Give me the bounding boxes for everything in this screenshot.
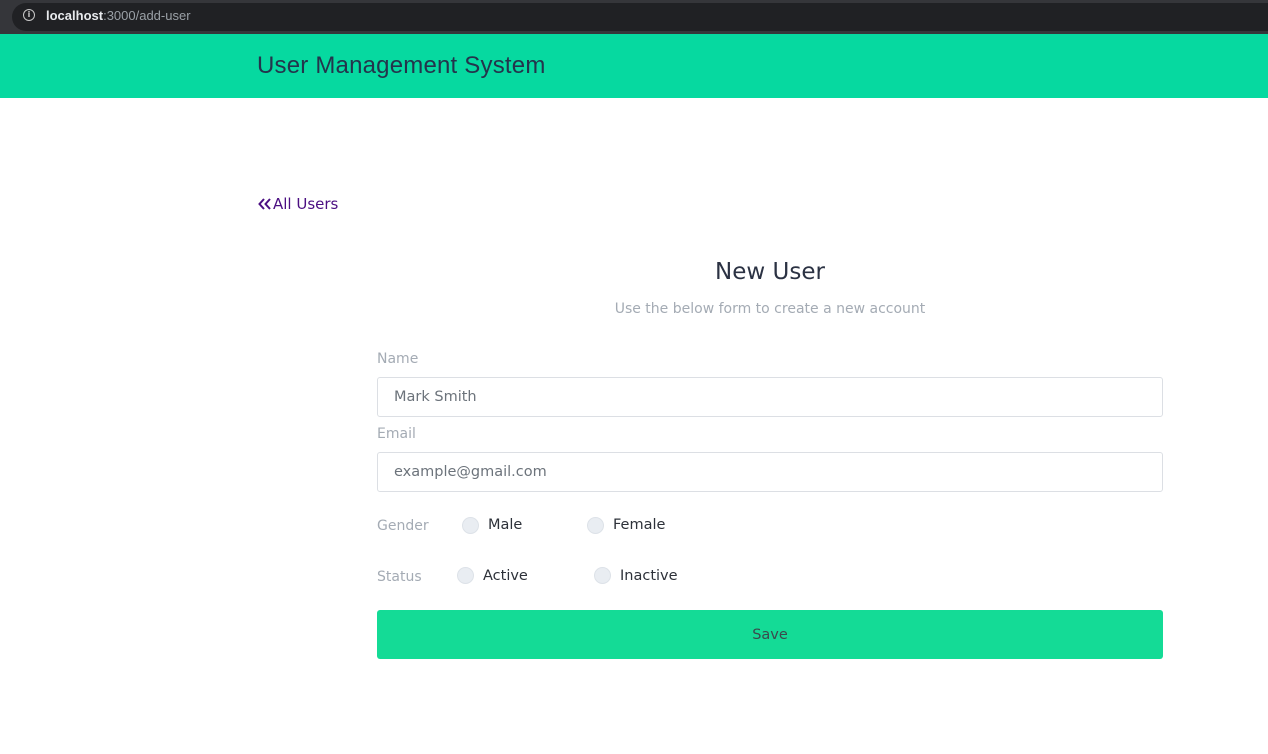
url-host: localhost bbox=[46, 8, 104, 23]
status-active-label[interactable]: Active bbox=[483, 568, 528, 584]
save-button[interactable]: Save bbox=[377, 610, 1163, 659]
app-header: User Management System bbox=[0, 34, 1268, 98]
status-active-radio[interactable] bbox=[457, 567, 474, 584]
all-users-link[interactable]: All Users bbox=[258, 195, 338, 213]
gender-female-label[interactable]: Female bbox=[613, 517, 665, 533]
gender-male-radio[interactable] bbox=[462, 517, 479, 534]
address-bar[interactable] bbox=[12, 3, 1268, 31]
app-title: User Management System bbox=[257, 52, 546, 79]
info-icon[interactable]: i bbox=[23, 9, 35, 21]
url-text[interactable]: localhost:3000/add-user bbox=[46, 8, 191, 23]
browser-toolbar: i localhost:3000/add-user bbox=[0, 0, 1268, 34]
gender-female-radio[interactable] bbox=[587, 517, 604, 534]
status-inactive-radio[interactable] bbox=[594, 567, 611, 584]
status-label: Status bbox=[377, 569, 422, 585]
url-path: :3000/add-user bbox=[103, 8, 191, 23]
double-chevron-left-icon bbox=[258, 198, 271, 210]
status-inactive-label[interactable]: Inactive bbox=[620, 568, 678, 584]
email-input[interactable] bbox=[377, 452, 1163, 492]
name-input[interactable] bbox=[377, 377, 1163, 417]
form-subtitle: Use the below form to create a new accou… bbox=[614, 301, 926, 317]
gender-label: Gender bbox=[377, 518, 429, 534]
form-title: New User bbox=[715, 259, 825, 285]
email-label: Email bbox=[377, 426, 416, 442]
all-users-label: All Users bbox=[273, 195, 339, 213]
name-label: Name bbox=[377, 351, 419, 367]
gender-male-label[interactable]: Male bbox=[488, 517, 522, 533]
